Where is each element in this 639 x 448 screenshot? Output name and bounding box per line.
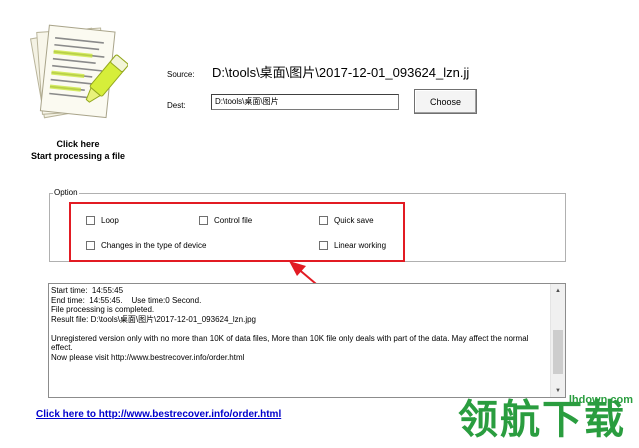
source-path: D:\tools\桌面\图片\2017-12-01_093624_lzn.jj xyxy=(212,65,470,80)
dest-label: Dest: xyxy=(167,101,186,110)
click-here-text: Click here xyxy=(56,139,100,149)
option-group-title: Option xyxy=(53,188,79,197)
watermark-url: lhdown.com xyxy=(568,394,633,406)
dest-path-field[interactable]: D:\tools\桌面\图片 xyxy=(211,94,399,110)
scroll-down-arrow-icon[interactable]: ▼ xyxy=(551,384,565,397)
log-text: Start time: 14:55:45 End time: 14:55:45.… xyxy=(51,286,529,362)
log-output[interactable]: Start time: 14:55:45 End time: 14:55:45.… xyxy=(48,283,566,398)
start-processing-label[interactable]: Click here Start processing a file xyxy=(20,138,136,162)
scroll-up-arrow-icon[interactable]: ▲ xyxy=(551,284,565,297)
highlight-box xyxy=(69,202,405,262)
order-link[interactable]: Click here to http://www.bestrecover.inf… xyxy=(36,409,281,420)
start-processing-text: Start processing a file xyxy=(30,151,126,161)
source-label: Source: xyxy=(167,70,195,79)
document-pencil-icon[interactable] xyxy=(24,18,129,130)
scroll-thumb[interactable] xyxy=(553,330,563,374)
watermark-logo: 领航下载 lhdown.com xyxy=(458,394,639,448)
choose-button[interactable]: Choose xyxy=(414,89,477,114)
log-scrollbar[interactable]: ▲ ▼ xyxy=(550,284,565,397)
